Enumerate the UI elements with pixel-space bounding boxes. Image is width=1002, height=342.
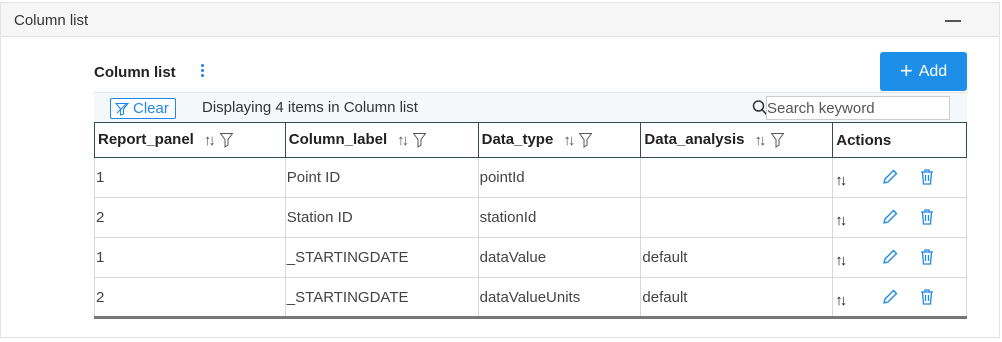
reorder-icon[interactable]: ↑↓ <box>835 252 847 269</box>
sort-icon[interactable]: ↑↓ <box>563 132 575 149</box>
cell-data-type: dataValueUnits <box>477 277 642 319</box>
grid-toolbar: Clear Displaying 4 items in Column list <box>94 92 967 122</box>
add-button-label: Add <box>918 62 948 80</box>
cell-report-panel: 2 <box>94 277 286 319</box>
cell-actions: ↑↓ <box>832 157 967 198</box>
filter-icon <box>115 102 129 116</box>
delete-icon[interactable] <box>919 288 935 306</box>
panel-title: Column list <box>14 12 89 29</box>
table-row: 2 Station ID stationId ↑↓ <box>94 197 967 238</box>
cell-actions: ↑↓ <box>832 237 967 278</box>
header-label: Report_panel <box>98 131 194 149</box>
sort-icon[interactable]: ↑↓ <box>397 132 409 149</box>
sort-icon[interactable]: ↑↓ <box>755 132 767 149</box>
header-actions: Actions <box>832 122 967 158</box>
filter-icon[interactable] <box>413 132 427 148</box>
edit-icon[interactable] <box>881 208 899 226</box>
table-header-row: Report_panel ↑↓ Column_label ↑↓ Data_type ↑… <box>94 122 967 158</box>
cell-data-analysis: default <box>640 277 834 319</box>
reorder-icon[interactable]: ↑↓ <box>835 172 847 189</box>
table-row: 1 _STARTINGDATE dataValue default ↑↓ <box>94 237 967 278</box>
panel-header[interactable]: Column list <box>1 3 999 37</box>
cell-column-label: Point ID <box>284 157 479 198</box>
column-list-table: Report_panel ↑↓ Column_label ↑↓ Data_type ↑… <box>94 122 967 319</box>
cell-actions: ↑↓ <box>832 197 967 238</box>
header-label: Column_label <box>288 131 388 149</box>
kebab-menu-icon[interactable] <box>199 62 205 82</box>
cell-data-analysis: default <box>640 237 834 278</box>
cell-report-panel: 1 <box>94 157 286 198</box>
edit-icon[interactable] <box>881 288 899 306</box>
cell-data-type: pointId <box>477 157 642 198</box>
cell-report-panel: 2 <box>94 197 286 238</box>
edit-icon[interactable] <box>881 248 899 266</box>
header-label: Actions <box>836 131 892 149</box>
filter-icon[interactable] <box>219 132 233 148</box>
reorder-icon[interactable]: ↑↓ <box>835 212 847 229</box>
add-button[interactable]: + Add <box>880 52 967 91</box>
cell-data-type: dataValue <box>477 237 642 278</box>
cell-data-analysis <box>640 197 834 238</box>
header-data-type[interactable]: Data_type ↑↓ <box>477 122 642 158</box>
filter-icon[interactable] <box>770 132 784 148</box>
collapse-icon[interactable] <box>945 20 961 22</box>
cell-column-label: _STARTINGDATE <box>284 237 479 278</box>
edit-icon[interactable] <box>881 168 899 186</box>
cell-column-label: _STARTINGDATE <box>284 277 479 319</box>
plus-icon: + <box>899 57 913 83</box>
header-report-panel[interactable]: Report_panel ↑↓ <box>94 122 286 158</box>
header-label: Data_analysis <box>644 131 745 149</box>
delete-icon[interactable] <box>919 248 935 266</box>
header-column-label[interactable]: Column_label ↑↓ <box>284 122 479 158</box>
cell-data-type: stationId <box>477 197 642 238</box>
filter-icon[interactable] <box>579 132 593 148</box>
item-count-text: Displaying 4 items in Column list <box>202 99 418 116</box>
search-input[interactable] <box>767 98 947 118</box>
reorder-icon[interactable]: ↑↓ <box>835 292 847 309</box>
delete-icon[interactable] <box>919 168 935 186</box>
header-label: Data_type <box>481 131 554 149</box>
header-data-analysis[interactable]: Data_analysis ↑↓ <box>640 122 834 158</box>
section-title: Column list <box>94 64 176 81</box>
sort-icon[interactable]: ↑↓ <box>204 132 216 149</box>
table-row: 1 Point ID pointId ↑↓ <box>94 157 967 198</box>
cell-column-label: Station ID <box>284 197 479 238</box>
cell-report-panel: 1 <box>94 237 286 278</box>
table-row: 2 _STARTINGDATE dataValueUnits default ↑… <box>94 277 967 319</box>
cell-actions: ↑↓ <box>832 277 967 319</box>
delete-icon[interactable] <box>919 208 935 226</box>
clear-label: Clear <box>133 100 169 117</box>
cell-data-analysis <box>640 157 834 198</box>
clear-filter-button[interactable]: Clear <box>110 98 176 119</box>
